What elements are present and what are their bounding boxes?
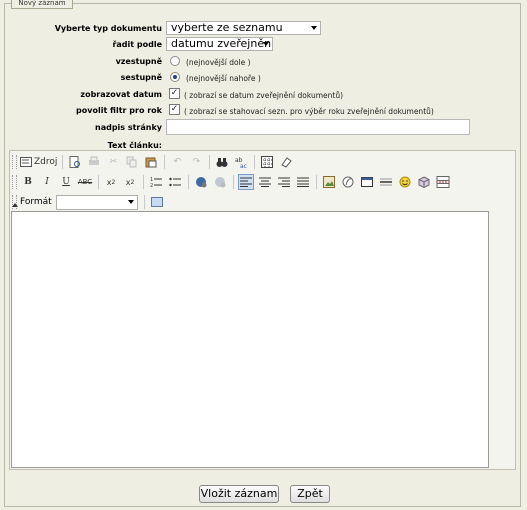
select-all-button[interactable] [259,154,275,170]
align-center-button[interactable] [257,174,273,190]
copy-icon [126,156,137,168]
asc-hint: (nejnovější dole ) [186,58,251,67]
table-icon [361,177,373,187]
align-left-button[interactable] [238,174,254,190]
strikethrough-button[interactable]: ABC [77,174,93,190]
justify-icon [297,177,309,187]
doc-type-select[interactable]: vyberte ze seznamu [166,21,321,35]
subscript-button[interactable]: x2 [103,174,119,190]
numbered-list-button[interactable]: 12 [148,174,164,190]
toolbar-row-3: Formát [12,192,168,212]
replace-button[interactable]: ab ac [233,154,249,170]
image-button[interactable] [321,174,337,190]
align-right-icon [278,177,290,187]
cube-icon [418,176,430,188]
sort-select[interactable]: datumu zveřejnění [166,37,273,51]
svg-text:ac: ac [240,163,247,168]
form-legend: Nový záznam [11,0,73,9]
cut-button[interactable]: ✂ [105,154,121,170]
print-button[interactable] [86,154,102,170]
bullet-list-button[interactable] [167,174,183,190]
align-left-icon [240,177,252,187]
page-title-label: nadpis stránky [95,123,162,132]
table-button[interactable] [359,174,375,190]
copy-button[interactable] [124,154,140,170]
italic-button[interactable]: I [39,174,55,190]
binoculars-icon [216,158,228,167]
submit-button[interactable]: Vložit záznam [199,485,279,503]
preview-icon [69,156,81,168]
paste-button[interactable] [143,154,159,170]
format-select[interactable] [55,194,138,210]
editor-content-area[interactable] [11,211,489,468]
svg-text:2: 2 [150,183,153,188]
horizontal-rule-icon [380,178,392,186]
format-label: Formát [20,197,52,207]
chevron-down-icon [263,42,269,46]
collapse-toolbar-icon[interactable] [12,203,18,207]
source-button[interactable]: Zdroj [20,154,57,170]
page-break-icon [436,176,450,188]
preview-button[interactable] [67,154,83,170]
horizontal-rule-button[interactable] [378,174,394,190]
toolbar-grip[interactable] [12,175,17,189]
desc-label: sestupně [120,73,162,82]
replace-icon: abac [235,157,247,168]
table-grid-icon [261,156,274,168]
asc-radio[interactable] [170,56,180,66]
remove-format-button[interactable] [278,154,294,170]
show-date-label: zobrazovat datum [80,90,162,99]
year-filter-checkbox[interactable]: ✓ [169,104,180,115]
bullet-list-icon [169,177,181,187]
paste-icon [145,157,157,168]
bold-button[interactable]: B [20,174,36,190]
desc-radio[interactable] [170,72,180,82]
year-filter-hint: ( zobrazí se stahovací sezn. pro výběr r… [184,107,434,116]
special-char-button[interactable] [416,174,432,190]
chevron-down-icon [311,26,317,30]
numbered-list-icon: 12 [150,177,162,188]
image-icon [323,176,335,188]
align-right-button[interactable] [276,174,292,190]
smiley-icon [399,176,411,188]
eraser-icon [281,157,293,168]
article-label: Text článku: [107,141,162,150]
toolbar-grip[interactable] [12,155,17,169]
unlink-button[interactable] [212,174,228,190]
chevron-down-icon [127,199,134,204]
find-button[interactable] [214,154,230,170]
globe-link-icon [196,177,207,188]
align-center-icon [259,177,271,187]
undo-button[interactable]: ↶ [169,154,185,170]
smiley-button[interactable] [397,174,413,190]
underline-button[interactable]: U [58,174,74,190]
show-blocks-button[interactable] [149,194,165,210]
show-date-hint: ( zobrazí se datum zveřejnění dokumentů) [184,91,344,100]
doc-type-label: Vyberte typ dokumentu [54,24,162,33]
source-label: Zdroj [34,157,58,167]
link-button[interactable] [193,174,209,190]
year-filter-label: povolit filtr pro rok [76,106,162,115]
back-button[interactable]: Zpět [290,485,330,503]
source-icon [20,157,32,167]
superscript-button[interactable]: x2 [122,174,138,190]
print-icon [89,156,100,165]
justify-button[interactable] [295,174,311,190]
show-blocks-icon [150,197,163,207]
redo-button[interactable]: ↷ [188,154,204,170]
flash-icon [342,176,354,188]
unlink-icon [215,177,226,188]
page-break-button[interactable] [435,174,451,190]
doc-type-value: vyberte ze seznamu [171,21,283,34]
show-date-checkbox[interactable]: ✓ [169,88,180,99]
toolbar-row-2: B I U ABC x2 x2 12 [12,172,454,192]
flash-button[interactable] [340,174,356,190]
sort-value: datumu zveřejnění [171,37,273,50]
page-title-input[interactable] [166,119,470,135]
asc-label: vzestupně [115,57,162,66]
desc-hint: (nejnovější nahoře ) [186,74,261,83]
sort-label: řadit podle [112,40,162,49]
toolbar-row-1: Zdroj ✂ ↶ ↷ ab ac [12,152,297,172]
